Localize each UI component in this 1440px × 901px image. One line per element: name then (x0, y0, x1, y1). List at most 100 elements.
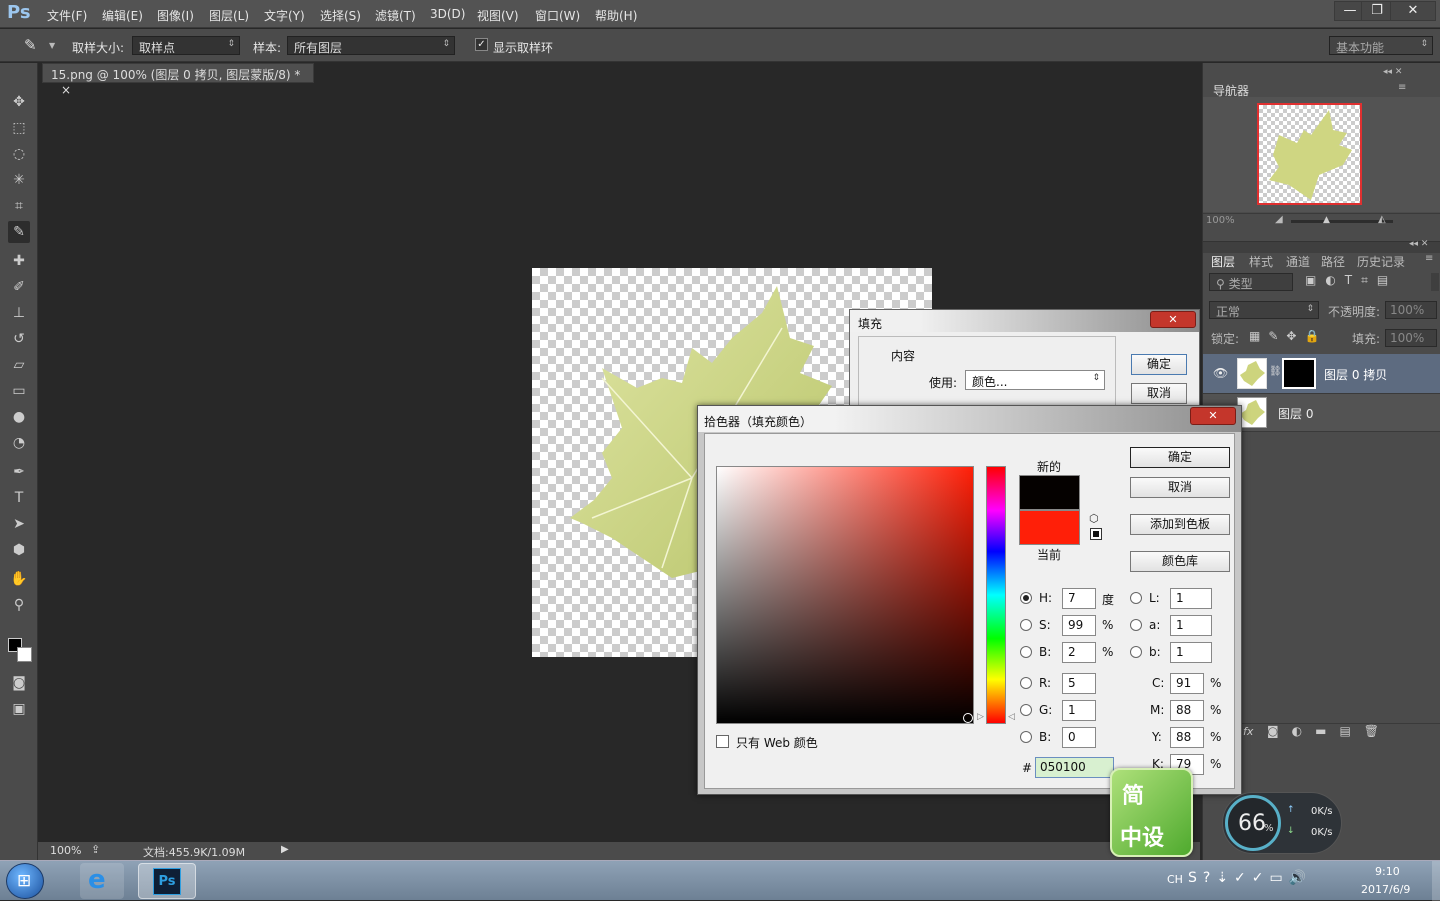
collapse-panels-icon[interactable]: ◂◂ ✕ (1409, 239, 1428, 249)
lab-a-radio[interactable] (1130, 619, 1142, 631)
fx-icon[interactable]: fx (1243, 725, 1253, 738)
eyedropper-icon[interactable]: ✎ (24, 36, 37, 54)
document-tab[interactable]: 15.png @ 100% (图层 0 拷贝, 图层蒙版/8) * × (42, 63, 314, 97)
web-safe-swatch[interactable] (1090, 528, 1102, 540)
lasso-tool-icon[interactable]: ◌ (8, 143, 30, 165)
menu-filter[interactable]: 滤镜(T) (375, 7, 416, 24)
panel-menu-icon[interactable]: ≡ (1425, 253, 1433, 264)
layer-footer-icons[interactable]: ◙◐▬▤🗑 (1267, 724, 1392, 738)
collapse-panels-icon[interactable]: ◂◂ ✕ (1383, 67, 1402, 77)
close-tab-icon[interactable]: × (61, 83, 71, 97)
layer-name[interactable]: 图层 0 (1278, 405, 1313, 422)
close-button[interactable]: ✕ (1390, 1, 1436, 21)
taskbar-photoshop-button[interactable]: Ps (138, 863, 196, 899)
app-badge-widget[interactable]: 简 中设 (1110, 768, 1193, 857)
pen-tool-icon[interactable]: ✒ (8, 461, 30, 483)
zoom-out-icon[interactable]: ◢ (1275, 214, 1283, 225)
saturation-brightness-field[interactable] (716, 466, 974, 724)
saturation-radio[interactable] (1020, 619, 1032, 631)
fill-input[interactable]: 100% (1385, 329, 1437, 347)
sample-select[interactable]: 所有图层 ⇕ (287, 36, 455, 55)
current-color-swatch[interactable] (1019, 510, 1080, 545)
lab-a-input[interactable]: 1 (1170, 615, 1212, 636)
background-color-swatch[interactable] (17, 647, 32, 662)
chevron-down-icon[interactable]: ▼ (49, 41, 55, 50)
panel-menu-icon[interactable]: ≡ (1398, 82, 1406, 93)
fill-ok-button[interactable]: 确定 (1131, 354, 1187, 375)
close-button[interactable]: ✕ (1150, 311, 1196, 328)
tray-icons[interactable]: S?⇣✓✓▭🔊 (1188, 870, 1312, 886)
menu-window[interactable]: 窗口(W) (535, 7, 580, 24)
use-select[interactable]: 颜色... ⇕ (965, 370, 1105, 390)
picker-cancel-button[interactable]: 取消 (1130, 477, 1230, 498)
menu-type[interactable]: 文字(Y) (264, 7, 305, 24)
saturation-input[interactable]: 99 (1062, 615, 1096, 636)
menu-help[interactable]: 帮助(H) (595, 7, 637, 24)
layer-kind-filter[interactable]: ⚲ 类型 (1209, 273, 1293, 291)
hue-slider[interactable] (986, 466, 1006, 724)
navigator-thumbnail[interactable] (1257, 103, 1362, 205)
hue-input[interactable]: 7 (1062, 588, 1096, 609)
history-brush-tool-icon[interactable]: ↺ (8, 328, 30, 350)
hue-slider-left-handle[interactable]: ▷ (977, 712, 984, 722)
show-desktop-button[interactable] (1432, 861, 1440, 901)
layer-name[interactable]: 图层 0 拷贝 (1324, 366, 1387, 383)
eyedropper-tool-icon[interactable]: ✎ (8, 221, 30, 243)
crop-tool-icon[interactable]: ⌗ (8, 195, 30, 217)
menu-edit[interactable]: 编辑(E) (102, 7, 143, 24)
layer-row[interactable]: 👁 ⛓ 图层 0 拷贝 (1203, 354, 1440, 394)
zoom-readout[interactable]: 100% (50, 844, 81, 857)
menu-select[interactable]: 选择(S) (320, 7, 361, 24)
menu-3d[interactable]: 3D(D) (430, 7, 465, 21)
gradient-tool-icon[interactable]: ▭ (8, 380, 30, 402)
healing-brush-tool-icon[interactable]: ✚ (8, 250, 30, 272)
tab-styles[interactable]: 样式 (1249, 253, 1273, 270)
marquee-tool-icon[interactable]: ⬚ (8, 117, 30, 139)
tab-layers[interactable]: 图层 (1211, 253, 1235, 270)
workspace-select[interactable]: 基本功能 ⇕ (1329, 36, 1433, 55)
layer-filter-icons[interactable]: ▣◐T⌗▤ (1305, 273, 1397, 288)
red-input[interactable]: 5 (1062, 673, 1096, 694)
tab-paths[interactable]: 路径 (1321, 253, 1345, 270)
stamp-tool-icon[interactable]: ⊥ (8, 302, 30, 324)
export-icon[interactable]: ⇪ (91, 843, 100, 856)
restore-button[interactable]: ❐ (1361, 1, 1393, 21)
blend-mode-select[interactable]: 正常 ⇕ (1209, 301, 1319, 319)
magenta-input[interactable]: 88 (1170, 700, 1204, 721)
yellow-input[interactable]: 88 (1170, 727, 1204, 748)
green-radio[interactable] (1020, 704, 1032, 716)
color-libraries-button[interactable]: 颜色库 (1130, 551, 1230, 572)
visibility-eye-icon[interactable]: 👁 (1213, 366, 1228, 380)
green-input[interactable]: 1 (1062, 700, 1096, 721)
hex-input[interactable]: 050100 (1035, 757, 1114, 778)
filter-toggle[interactable] (1431, 273, 1439, 291)
brightness-radio[interactable] (1020, 646, 1032, 658)
cyan-input[interactable]: 91 (1170, 673, 1204, 694)
lab-b-input[interactable]: 1 (1170, 642, 1212, 663)
lab-b-radio[interactable] (1130, 646, 1142, 658)
menu-view[interactable]: 视图(V) (477, 7, 519, 24)
add-to-swatches-button[interactable]: 添加到色板 (1130, 514, 1230, 535)
lock-icons[interactable]: ▦✎✥🔒 (1249, 329, 1327, 343)
screen-mode-icon[interactable]: ▣ (8, 698, 30, 720)
hue-slider-right-handle[interactable]: ◁ (1008, 712, 1015, 722)
web-only-checkbox[interactable] (716, 735, 729, 748)
picker-ok-button[interactable]: 确定 (1130, 447, 1230, 468)
type-tool-icon[interactable]: T (8, 487, 30, 509)
menu-file[interactable]: 文件(F) (47, 7, 87, 24)
brush-tool-icon[interactable]: ✐ (8, 276, 30, 298)
input-language-indicator[interactable]: CH (1167, 873, 1183, 886)
magic-wand-tool-icon[interactable]: ✳ (8, 169, 30, 191)
eraser-tool-icon[interactable]: ▱ (8, 354, 30, 376)
zoom-slider-handle[interactable]: ▲ (1323, 215, 1330, 225)
opacity-input[interactable]: 100% (1385, 301, 1437, 319)
clock-time[interactable]: 9:10 (1375, 865, 1400, 878)
blue-radio[interactable] (1020, 731, 1032, 743)
path-selection-tool-icon[interactable]: ➤ (8, 513, 30, 535)
zoom-in-icon[interactable]: ◭ (1378, 214, 1386, 225)
shape-tool-icon[interactable]: ⬢ (8, 539, 30, 561)
close-button[interactable]: ✕ (1190, 407, 1236, 425)
layer-mask-thumbnail[interactable] (1282, 358, 1316, 389)
start-button[interactable]: ⊞ (6, 863, 44, 899)
dodge-tool-icon[interactable]: ◔ (8, 432, 30, 454)
